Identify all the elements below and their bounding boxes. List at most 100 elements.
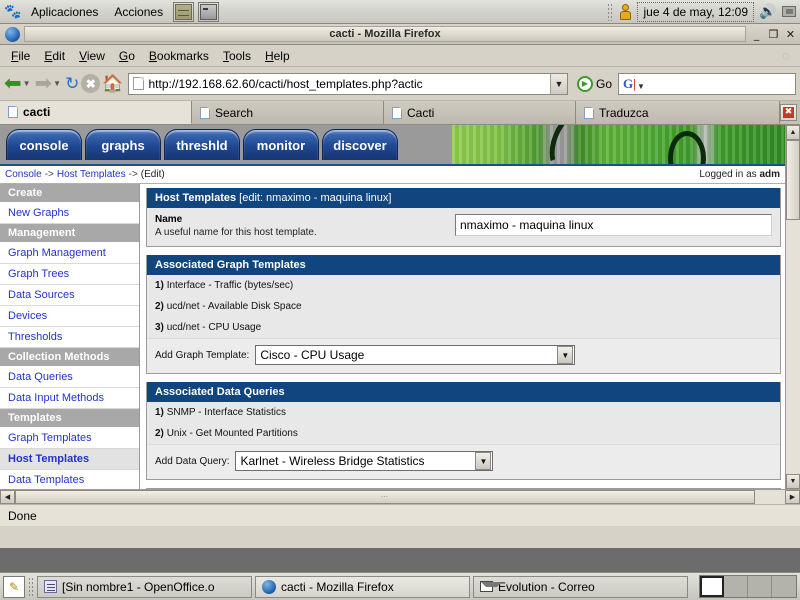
gnome-foot-icon[interactable]: 🐾: [3, 2, 23, 22]
cacti-tab-threshld[interactable]: threshld: [164, 129, 240, 160]
panel-subtitle: [edit: nmaximo - maquina linux]: [239, 192, 392, 204]
menu-bookmarks[interactable]: Bookmarks: [142, 47, 216, 65]
navigation-toolbar: ⬅ ▼ ➡ ▼ ↻ ✖ 🏠 http://192.168.62.60/cacti…: [0, 67, 800, 101]
workspace-switcher[interactable]: [699, 575, 797, 598]
minimize-button[interactable]: _: [750, 28, 763, 41]
close-button[interactable]: ✕: [784, 28, 797, 41]
vscroll-thumb[interactable]: [786, 140, 800, 220]
tab-favicon-icon: [584, 106, 594, 119]
workspace-2[interactable]: [724, 576, 748, 597]
add-data-query-select[interactable]: Karlnet - Wireless Bridge Statistics ▼: [235, 451, 494, 471]
page-vertical-scrollbar[interactable]: ▲ ▼: [785, 125, 800, 489]
window-title: cacti - Mozilla Firefox: [329, 28, 441, 40]
cacti-tab-console[interactable]: console: [6, 129, 82, 160]
menu-file[interactable]: File: [4, 47, 37, 65]
breadcrumb-console[interactable]: Console: [5, 169, 42, 180]
tab-cacti[interactable]: cacti: [0, 101, 192, 124]
back-button[interactable]: ⬅ ▼: [4, 73, 33, 94]
scroll-left-icon[interactable]: ◀: [0, 490, 15, 504]
tab-cacti-2[interactable]: Cacti: [384, 101, 576, 124]
panel-menu-acciones[interactable]: Acciones: [107, 3, 170, 21]
sidebar-item-graph-management[interactable]: Graph Management: [0, 243, 139, 264]
workspace-1[interactable]: [700, 576, 724, 597]
forward-button[interactable]: ➡ ▼: [35, 73, 64, 94]
stop-icon[interactable]: ✖: [81, 74, 101, 93]
tab-search[interactable]: Search: [192, 101, 384, 124]
browser-viewport: console graphs threshld monitor discover…: [0, 125, 800, 504]
hscroll-thumb[interactable]: ⋯: [15, 490, 755, 504]
forward-dropdown-icon[interactable]: ▼: [53, 79, 61, 88]
workspace-4[interactable]: [772, 576, 796, 597]
menu-help-rest: elp: [273, 48, 290, 63]
status-text: Done: [8, 508, 37, 523]
sidebar-item-graph-trees[interactable]: Graph Trees: [0, 264, 139, 285]
url-input[interactable]: http://192.168.62.60/cacti/host_template…: [148, 77, 550, 91]
back-dropdown-icon[interactable]: ▼: [23, 79, 31, 88]
list-item[interactable]: 1) SNMP - Interface Statistics: [147, 402, 780, 423]
hscroll-track[interactable]: ⋯: [15, 490, 785, 504]
sidebar-item-data-templates[interactable]: Data Templates: [0, 470, 139, 489]
close-tab-button[interactable]: ✖: [780, 104, 797, 121]
speaker-icon[interactable]: 🔊: [757, 2, 779, 22]
page-body: Create New Graphs Management Graph Manag…: [0, 184, 785, 489]
sidebar-item-graph-templates[interactable]: Graph Templates: [0, 428, 139, 449]
clock[interactable]: jue 4 de may, 12:09: [637, 1, 754, 22]
menu-help[interactable]: Help: [258, 47, 297, 65]
menu-view[interactable]: View: [72, 47, 112, 65]
item-number: 1): [155, 280, 164, 291]
sidebar-item-data-input-methods[interactable]: Data Input Methods: [0, 388, 139, 409]
panel-data-queries-header: Associated Data Queries: [147, 382, 780, 402]
menubar: File Edit View Go Bookmarks Tools Help ◌: [0, 45, 800, 67]
taskbar-item-openoffice[interactable]: [Sin nombre1 - OpenOffice.o: [37, 575, 252, 598]
workspace-3[interactable]: [748, 576, 772, 597]
show-desktop-icon[interactable]: [3, 575, 25, 598]
sidebar-item-new-graphs[interactable]: New Graphs: [0, 203, 139, 224]
url-bar[interactable]: http://192.168.62.60/cacti/host_template…: [128, 72, 568, 95]
taskbar-item-firefox[interactable]: cacti - Mozilla Firefox: [255, 575, 470, 598]
vscroll-track[interactable]: [786, 140, 800, 474]
sidebar-item-devices[interactable]: Devices: [0, 306, 139, 327]
panel-grip[interactable]: [607, 2, 614, 21]
item-number: 2): [155, 428, 164, 439]
list-item[interactable]: 2) Unix - Get Mounted Partitions: [147, 423, 780, 444]
search-input[interactable]: G| ▼: [618, 72, 796, 95]
cacti-tab-monitor[interactable]: monitor: [243, 129, 319, 160]
tab-traduzca[interactable]: Traduzca: [576, 101, 780, 124]
logged-in-user: adm: [759, 169, 780, 180]
taskbar-grip[interactable]: [28, 576, 34, 597]
menu-tools[interactable]: Tools: [216, 47, 258, 65]
sidebar-item-thresholds[interactable]: Thresholds: [0, 327, 139, 348]
host-template-name-input[interactable]: nmaximo - maquina linux: [455, 214, 772, 236]
scroll-down-icon[interactable]: ▼: [786, 474, 800, 489]
page-horizontal-scrollbar[interactable]: ◀ ⋯ ▶: [0, 489, 800, 504]
panel-host-templates-header: Host Templates [edit: nmaximo - maquina …: [147, 188, 780, 208]
cacti-page: console graphs threshld monitor discover…: [0, 125, 785, 489]
go-button[interactable]: ▶ Go: [573, 75, 616, 92]
name-field-label: Name A useful name for this host templat…: [155, 214, 455, 238]
maximize-button[interactable]: ❐: [767, 28, 780, 41]
sidebar-item-data-queries[interactable]: Data Queries: [0, 367, 139, 388]
home-icon[interactable]: 🏠: [102, 74, 123, 94]
menu-go[interactable]: Go: [112, 47, 142, 65]
sidebar-item-data-sources[interactable]: Data Sources: [0, 285, 139, 306]
sidebar-item-host-templates[interactable]: Host Templates: [0, 449, 139, 470]
minimize-applet-icon[interactable]: [782, 6, 796, 17]
panel-menu-aplicaciones[interactable]: Aplicaciones: [24, 3, 105, 21]
add-graph-template-select[interactable]: Cisco - CPU Usage ▼: [255, 345, 576, 365]
menu-edit[interactable]: Edit: [37, 47, 72, 65]
list-item[interactable]: 2) ucd/net - Available Disk Space: [147, 296, 780, 317]
person-icon[interactable]: [618, 3, 634, 21]
file-cabinet-icon[interactable]: [173, 1, 195, 22]
search-engine-dropdown-icon[interactable]: ▼: [637, 82, 645, 91]
scroll-up-icon[interactable]: ▲: [786, 125, 800, 140]
cacti-tab-graphs[interactable]: graphs: [85, 129, 161, 160]
list-item[interactable]: 1) Interface - Traffic (bytes/sec): [147, 275, 780, 296]
list-item[interactable]: 3) ucd/net - CPU Usage: [147, 317, 780, 338]
terminal-icon[interactable]: [198, 1, 220, 22]
taskbar-item-evolution[interactable]: Evolution - Correo: [473, 575, 688, 598]
url-history-dropdown-icon[interactable]: ▼: [549, 73, 567, 94]
breadcrumb-host-templates[interactable]: Host Templates: [57, 169, 126, 180]
cacti-tab-discover[interactable]: discover: [322, 129, 398, 160]
reload-icon[interactable]: ↻: [65, 74, 79, 94]
scroll-right-icon[interactable]: ▶: [785, 490, 800, 504]
